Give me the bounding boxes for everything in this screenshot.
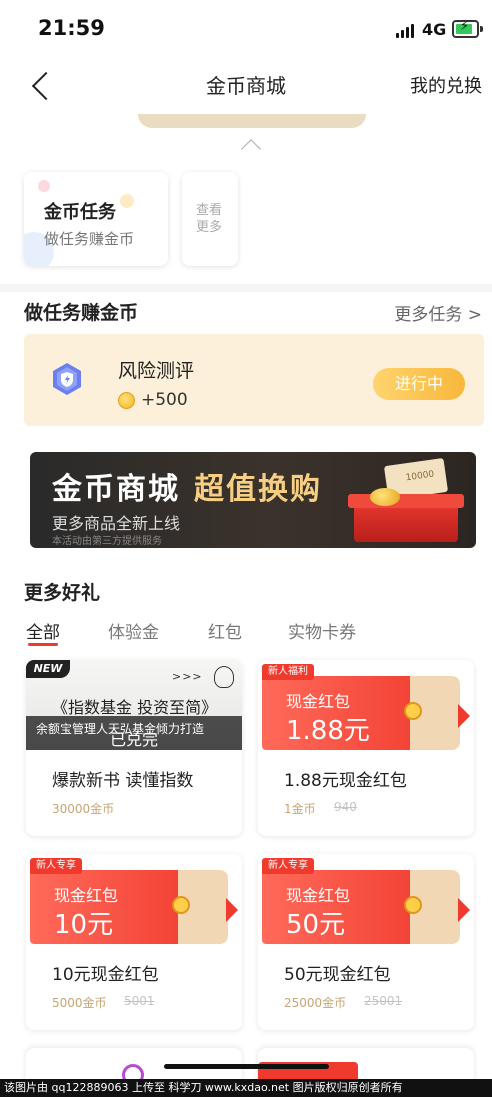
product-name: 1.88元现金红包 [284,771,407,791]
shield-icon [53,363,81,395]
envelope-label: 现金红包 [286,692,351,711]
promo-title: 金币商城 [52,472,180,507]
product-tag: 新人福利 [262,664,314,680]
product-image: 新人福利 现金红包 1.88元 [258,660,474,750]
home-indicator[interactable] [164,1064,329,1069]
envelope-amount: 10元 [54,910,114,940]
tab-physical-cards[interactable]: 实物卡券 [288,618,356,643]
product-name: 10元现金红包 [52,965,159,985]
promo-highlight: 超值换购 [194,472,322,507]
product-image: 新人专享 现金红包 50元 [258,854,474,944]
product-card[interactable]: NEW >>> 《指数基金 投资至简》 余额宝管理人天弘基金倾力打造 已兑完 爆… [26,660,242,836]
banner-edge [138,114,366,128]
product-tag: 新人专享 [262,858,314,874]
product-card[interactable]: 新人福利 现金红包 1.88元 1.88元现金红包 1金币 940 [258,660,474,836]
coin-task-subtitle: 做任务赚金币 [44,230,135,248]
main-content: 做任务赚金币 更多任务 > 风险测评 +500 进行中 金币商城 超值换购 更多… [0,292,492,1097]
envelope-seal-icon [404,702,422,720]
section-divider [0,284,492,292]
envelope-label: 现金红包 [54,886,119,905]
envelope-label: 现金红包 [286,886,351,905]
original-price: 940 [334,800,357,814]
nav-bar: 金币商城 我的兑换 [0,58,492,114]
product-image: 新人专享 现金红包 10元 [26,854,242,944]
status-time: 21:59 [38,16,105,40]
envelope-amount: 1.88元 [286,716,370,746]
arrows-icon: >>> [172,670,203,683]
new-badge: NEW [26,660,70,678]
ticket-text: 10000 [405,469,435,484]
status-bar: 21:59 4G ⚡ [0,0,492,58]
battery-tip [480,26,483,32]
product-image: NEW >>> 《指数基金 投资至简》 余额宝管理人天弘基金倾力打造 已兑完 [26,660,242,750]
chevron-up-icon[interactable] [241,139,261,159]
coin-icon [118,392,135,409]
see-more-label: 查看更多 [196,203,223,235]
product-tag: 新人专享 [30,858,82,874]
tab-all[interactable]: 全部 [26,618,60,643]
product-name: 爆款新书 读懂指数 [52,771,194,791]
promo-note: 本活动由第三方提供服务 [52,536,162,547]
coin-task-card[interactable]: 金币任务 做任务赚金币 [24,172,168,266]
see-more-card[interactable]: 查看更多 [182,172,238,266]
my-exchange-link[interactable]: 我的兑换 [410,72,482,98]
product-name: 50元现金红包 [284,965,391,985]
more-tasks-link[interactable]: 更多任务 > [394,300,482,325]
battery-icon: ⚡ [452,19,479,38]
sold-out-label: 已兑完 [109,730,158,749]
earn-section-title: 做任务赚金币 [24,302,139,324]
in-progress-button[interactable]: 进行中 [373,368,465,400]
product-price: 1金币 [284,802,316,816]
gift-box-icon: 10000 [348,457,468,544]
active-tab-indicator [28,643,58,646]
lightbulb-icon [214,666,234,688]
envelope-seal-icon [404,896,422,914]
tab-red-packet[interactable]: 红包 [208,618,242,643]
task-reward: +500 [141,390,188,410]
product-card[interactable]: 新人专享 现金红包 50元 50元现金红包 25000金币 25001 [258,854,474,1030]
product-price: 5000金币 [52,996,107,1010]
task-name: 风险测评 [118,360,195,382]
network-type: 4G [422,20,447,39]
signal-icon [396,22,416,38]
envelope-seal-icon [172,896,190,914]
promo-subtitle: 更多商品全新上线 [52,514,181,533]
watermark-text: 该图片由 qq122889063 上传至 科学刀 www.kxdao.net 图… [0,1079,492,1097]
coin-task-title: 金币任务 [44,202,116,223]
original-price: 5001 [124,994,155,1008]
top-section: 金币任务 做任务赚金币 查看更多 [0,114,492,284]
task-row-risk-assessment[interactable]: 风险测评 +500 进行中 [24,334,484,426]
envelope-amount: 50元 [286,910,346,940]
promo-banner[interactable]: 金币商城 超值换购 更多商品全新上线 本活动由第三方提供服务 10000 [30,452,476,548]
gifts-section-title: 更多好礼 [24,582,101,604]
product-card[interactable]: 新人专享 现金红包 10元 10元现金红包 5000金币 5001 [26,854,242,1030]
original-price: 25001 [364,994,403,1008]
product-price: 30000金币 [52,802,115,816]
tab-trial-fund[interactable]: 体验金 [108,618,159,643]
book-title: 《指数基金 投资至简》 [52,698,218,717]
product-price: 25000金币 [284,996,347,1010]
